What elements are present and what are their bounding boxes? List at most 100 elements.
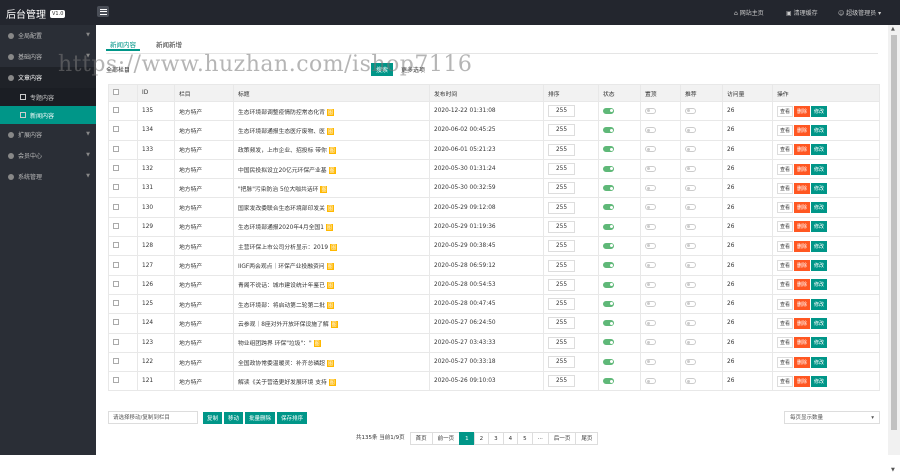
edit-button[interactable]: 修改 (811, 240, 828, 252)
sort-input[interactable]: 255 (548, 298, 575, 311)
delete-button[interactable]: 删除 (794, 221, 811, 233)
sort-input[interactable]: 255 (548, 163, 575, 176)
page-number[interactable]: 3 (488, 432, 504, 445)
row-checkbox[interactable] (108, 178, 138, 199)
sort-input[interactable]: 255 (548, 182, 575, 195)
row-title[interactable]: 生态环境部通报生态医疗废物、医 (238, 129, 325, 135)
sort-input[interactable]: 255 (548, 124, 575, 137)
delete-button[interactable]: 删除 (794, 337, 811, 349)
delete-button[interactable]: 删除 (794, 144, 811, 156)
row-checkbox[interactable] (108, 120, 138, 141)
top-toggle[interactable] (645, 242, 656, 249)
status-toggle[interactable] (603, 127, 614, 134)
recommend-toggle[interactable] (685, 358, 696, 365)
sort-input[interactable]: 255 (548, 105, 575, 118)
edit-button[interactable]: 修改 (811, 202, 828, 214)
sidebar-subitem-news[interactable]: 新闻内容 (0, 106, 96, 124)
page-number[interactable]: 2 (473, 432, 490, 445)
top-toggle[interactable] (645, 107, 656, 114)
status-toggle[interactable] (603, 339, 614, 346)
first-page-button[interactable]: 首页 (409, 432, 433, 445)
top-toggle[interactable] (645, 358, 656, 365)
top-toggle[interactable] (645, 223, 656, 230)
row-title[interactable]: 物业组团跨界 环保"垃圾"：" (238, 341, 312, 347)
edit-button[interactable]: 修改 (811, 221, 828, 233)
row-checkbox[interactable] (108, 216, 138, 238)
top-toggle[interactable] (645, 300, 656, 307)
row-checkbox[interactable] (108, 351, 138, 373)
recommend-toggle[interactable] (685, 378, 696, 385)
row-title[interactable]: "把脉"污染防治 5位大咖共话环 (238, 187, 318, 193)
status-toggle[interactable] (603, 204, 614, 211)
status-toggle[interactable] (603, 281, 614, 288)
status-toggle[interactable] (603, 146, 614, 153)
status-toggle[interactable] (603, 320, 614, 327)
copy-button[interactable]: 复制 (203, 411, 223, 424)
edit-button[interactable]: 修改 (811, 260, 828, 272)
recommend-toggle[interactable] (685, 300, 696, 307)
row-title[interactable]: 全国政协常委温暖灵：补齐总磷超 (238, 361, 325, 367)
batch-delete-button[interactable]: 批量删除 (245, 411, 276, 424)
view-button[interactable]: 查看 (777, 279, 794, 291)
row-checkbox[interactable] (108, 255, 138, 276)
row-checkbox[interactable] (108, 236, 138, 257)
row-title[interactable]: 政策频发，上市企业、招投标 带你 (238, 148, 327, 154)
status-toggle[interactable] (603, 378, 614, 385)
view-button[interactable]: 查看 (777, 298, 794, 310)
recommend-toggle[interactable] (685, 146, 696, 153)
status-toggle[interactable] (603, 358, 614, 365)
edit-button[interactable]: 修改 (811, 375, 828, 387)
sort-input[interactable]: 255 (548, 317, 575, 330)
view-button[interactable]: 查看 (777, 260, 794, 272)
status-toggle[interactable] (603, 185, 614, 192)
recommend-toggle[interactable] (685, 223, 696, 230)
app-brand[interactable]: 后台管理 V1.0 (6, 6, 66, 21)
row-title[interactable]: IIGF两会观点｜环保产业投融资问 (238, 264, 325, 270)
row-title[interactable]: 解读《关于营造更好发展环境 支持 (238, 380, 327, 386)
delete-button[interactable]: 删除 (794, 124, 811, 136)
view-button[interactable]: 查看 (777, 202, 794, 214)
view-button[interactable]: 查看 (777, 317, 794, 329)
sidebar-item-system[interactable]: 系统管理 ▼ (0, 166, 96, 187)
edit-button[interactable]: 修改 (811, 317, 828, 329)
sort-input[interactable]: 255 (548, 356, 575, 368)
top-toggle[interactable] (645, 262, 656, 269)
edit-button[interactable]: 修改 (811, 124, 828, 136)
edit-button[interactable]: 修改 (811, 337, 828, 349)
delete-button[interactable]: 删除 (794, 202, 811, 214)
sidebar-item-global[interactable]: 全局配置 ▼ (0, 25, 96, 46)
row-checkbox[interactable] (108, 139, 138, 160)
save-sort-button[interactable]: 保存排序 (277, 411, 308, 424)
top-toggle[interactable] (645, 185, 656, 192)
status-toggle[interactable] (603, 262, 614, 269)
per-page-select[interactable]: 每页显示数量 ▾ (784, 411, 880, 424)
prev-page-button[interactable]: 前一页 (431, 432, 461, 445)
top-toggle[interactable] (645, 320, 656, 327)
sort-input[interactable]: 255 (548, 240, 575, 253)
delete-button[interactable]: 删除 (794, 317, 811, 329)
page-scrollbar[interactable]: ▲ ▼ (888, 25, 900, 473)
row-checkbox[interactable] (108, 158, 138, 180)
edit-button[interactable]: 修改 (811, 163, 828, 175)
menu-toggle-icon[interactable] (97, 6, 109, 17)
delete-button[interactable]: 删除 (794, 182, 811, 194)
user-menu[interactable]: ☺ 超级管理员 ▾ (838, 8, 881, 17)
sort-input[interactable]: 255 (548, 201, 575, 214)
view-button[interactable]: 查看 (777, 337, 794, 349)
delete-button[interactable]: 删除 (794, 356, 811, 368)
recommend-toggle[interactable] (685, 242, 696, 249)
delete-button[interactable]: 删除 (794, 298, 811, 310)
row-title[interactable]: 主营环保上市公司分析显示：2019 (238, 245, 328, 251)
delete-button[interactable]: 删除 (794, 163, 811, 175)
row-title[interactable]: 生态环境部调整疫情防控常态化背 (238, 110, 325, 116)
view-button[interactable]: 查看 (777, 221, 794, 233)
delete-button[interactable]: 删除 (794, 279, 811, 291)
view-button[interactable]: 查看 (777, 105, 794, 117)
page-number[interactable]: 5 (517, 432, 533, 445)
edit-button[interactable]: 修改 (811, 298, 828, 310)
row-title[interactable]: 国家发改委联合生态环境部印发关 (238, 206, 325, 212)
clear-cache-link[interactable]: ▣ 清理缓存 (786, 8, 818, 17)
sort-input[interactable]: 255 (548, 336, 575, 349)
view-button[interactable]: 查看 (777, 163, 794, 175)
recommend-toggle[interactable] (685, 262, 696, 269)
